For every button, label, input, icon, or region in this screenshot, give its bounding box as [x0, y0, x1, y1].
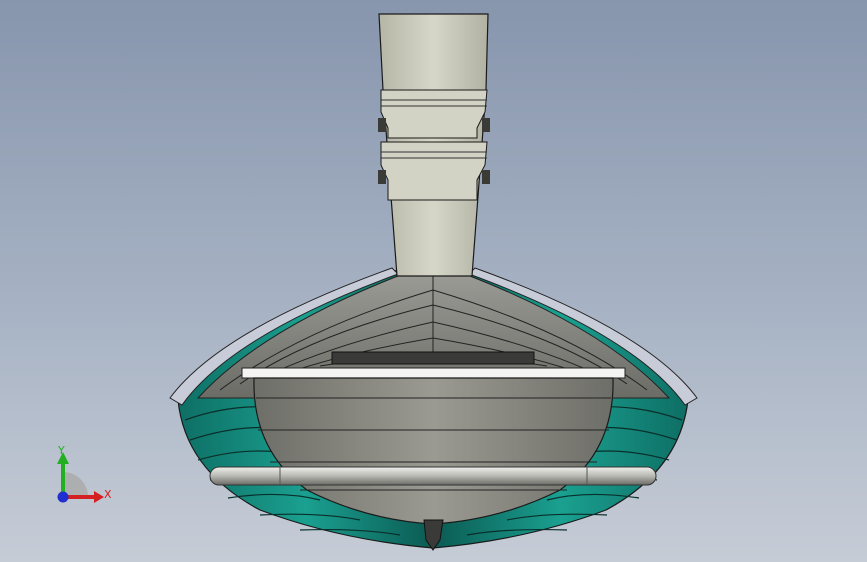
collar-upper — [380, 89, 488, 139]
handrail[interactable] — [209, 466, 657, 486]
transom-top-edge — [241, 367, 626, 379]
y-axis-label: Y — [57, 444, 65, 457]
coordinate-triad: Y X — [57, 444, 112, 503]
z-axis-dot — [57, 491, 69, 503]
rudder-column[interactable] — [378, 13, 490, 277]
3d-viewport[interactable]: Y X — [0, 0, 867, 562]
thwart-seat — [331, 351, 535, 365]
collar-lower — [380, 141, 488, 201]
model-canvas[interactable]: Y X — [0, 0, 867, 562]
x-axis-label: X — [104, 488, 112, 501]
